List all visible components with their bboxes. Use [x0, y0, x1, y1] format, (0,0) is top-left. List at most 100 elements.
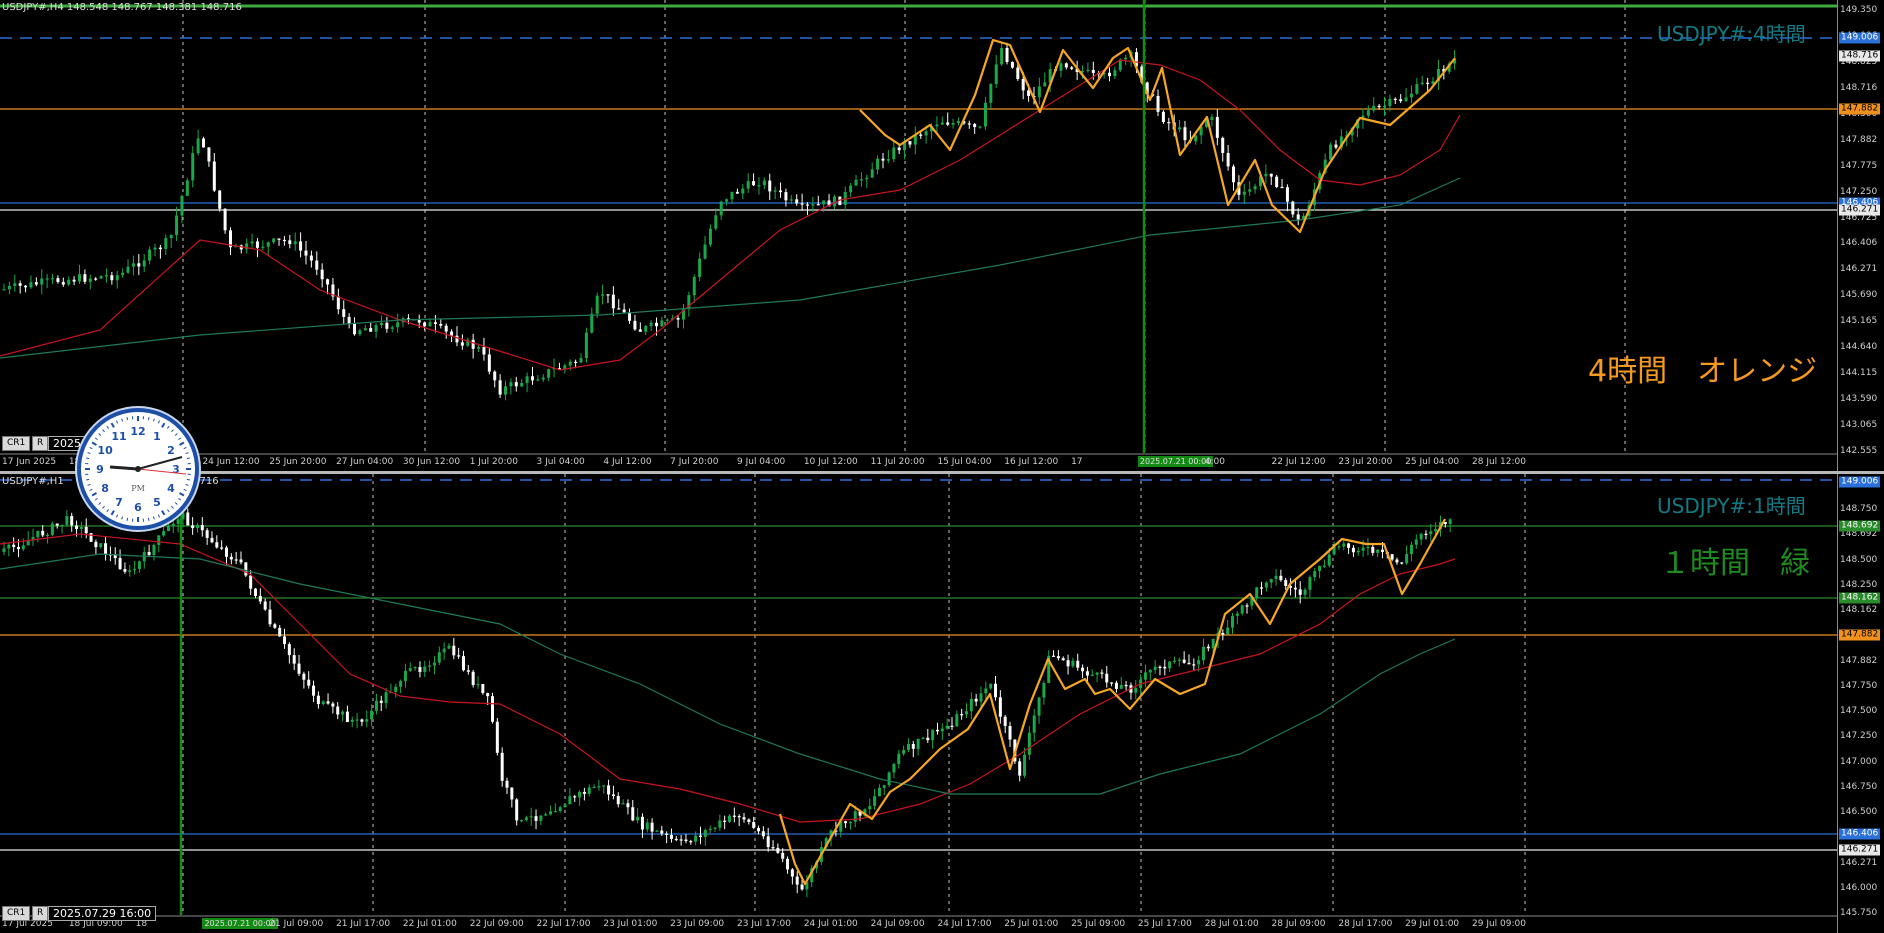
time-tick-label: 24 Jun 12:00 — [202, 457, 260, 467]
time-tick-label: 4:00 — [1204, 457, 1225, 467]
r-button-h1[interactable]: R — [32, 906, 49, 921]
h4-fast-ma — [0, 59, 1461, 371]
time-tick-label: 25 Jun 20:00 — [269, 457, 327, 467]
clock-tick — [161, 422, 166, 428]
candle-body — [493, 371, 497, 381]
candle-body — [752, 822, 756, 828]
candle-body — [118, 558, 122, 570]
candle-body — [460, 342, 464, 346]
candle-body — [65, 516, 69, 525]
h4-price-axis[interactable]: 149.350149.006148.825148.716148.300147.8… — [1837, 0, 1884, 471]
candle-body — [2, 289, 6, 291]
candle-body — [1107, 72, 1111, 77]
cr1-button[interactable]: CR1 — [2, 436, 31, 451]
candle-body — [611, 294, 615, 309]
candle-body — [698, 258, 702, 277]
time-tick-label: 29 Jul 09:00 — [1472, 919, 1526, 929]
candle-body — [345, 711, 349, 723]
candle-body — [1037, 697, 1041, 716]
candle-body — [1303, 589, 1307, 595]
time-tick-label: 27 Jun 04:00 — [336, 457, 394, 467]
clock-tick — [179, 492, 185, 497]
candle-body — [757, 185, 761, 187]
candle-body — [1010, 61, 1014, 68]
candle-body — [1156, 95, 1160, 112]
clock-tick — [126, 517, 129, 521]
time-tick-label: 28 Jul 17:00 — [1338, 919, 1393, 929]
clock-tick — [86, 457, 90, 460]
clock-number: 11 — [111, 430, 126, 443]
candle-body — [1016, 67, 1020, 80]
time-tick-label: 24 Jul 01:00 — [803, 919, 858, 929]
candle-body — [974, 698, 978, 702]
candle-body — [1194, 135, 1198, 142]
candle-body — [1037, 86, 1041, 98]
clock-tick — [121, 516, 124, 520]
clock-hour-hand — [109, 465, 139, 471]
candle-body — [1426, 82, 1430, 84]
h1-price-axis[interactable]: 149.006 148.750 148.692 148.500 148.250 148.1… — [1837, 474, 1884, 933]
candle-body — [36, 530, 40, 538]
candle-body — [1420, 82, 1424, 85]
candle-body — [578, 791, 582, 798]
candle-body — [617, 308, 621, 310]
candle-body — [1032, 715, 1036, 733]
candle-body — [220, 547, 224, 549]
candle-body — [88, 278, 92, 282]
candle-body — [277, 238, 281, 240]
r-button[interactable]: R — [32, 436, 49, 451]
h1-level-tag-green1: 148.692 — [1839, 520, 1881, 532]
candle-body — [207, 147, 211, 162]
candle-body — [979, 693, 983, 702]
h4-chart-pane[interactable]: USDJPY#,H4 148.548 148.767 148.381 148.7… — [0, 0, 1884, 471]
time-tick-label: 7 Jul 20:00 — [670, 457, 719, 467]
candle-body — [428, 322, 432, 327]
price-tick-label: 144.115 — [1840, 368, 1878, 379]
candle-body — [967, 123, 971, 125]
candle-body — [482, 347, 486, 355]
candle-body — [1429, 531, 1433, 535]
h1-chart-pane[interactable]: USDJPY#,H1 8.716 USDJPY#:1時間 １時間 緑 149.0… — [0, 474, 1884, 933]
candle-body — [466, 670, 470, 672]
candle-body — [822, 200, 826, 205]
h4-level-tag-white: 146.271 — [1839, 204, 1881, 216]
clock-tick — [102, 429, 105, 433]
candle-body — [1197, 660, 1201, 665]
clock-tick — [186, 478, 190, 481]
price-tick-label: 147.250 — [1840, 186, 1878, 197]
candle-body — [1393, 98, 1397, 101]
clock-tick — [94, 497, 98, 501]
candle-body — [1052, 655, 1056, 657]
candle-body — [261, 246, 265, 248]
candle-body — [254, 588, 258, 596]
candle-body — [450, 331, 454, 336]
candle-body — [640, 816, 644, 830]
candle-body — [99, 543, 103, 548]
candle-body — [718, 820, 722, 828]
candle-body — [477, 347, 481, 349]
h4-plot-area[interactable] — [0, 0, 1837, 471]
cr1-button-h1[interactable]: CR1 — [2, 906, 31, 921]
candle-body — [719, 201, 723, 216]
candle-body — [960, 714, 964, 716]
candle-body — [541, 377, 545, 380]
candle-body — [166, 525, 170, 532]
candle-body — [784, 192, 788, 201]
candle-body — [126, 266, 130, 273]
candle-body — [1388, 98, 1392, 106]
h1-plot-area[interactable] — [0, 474, 1837, 933]
candle-body — [504, 386, 508, 395]
clock-tick — [106, 425, 110, 429]
candle-body — [442, 648, 446, 653]
candle-body — [263, 601, 267, 610]
price-tick-label: 146.000 — [1840, 882, 1878, 893]
candle-body — [1329, 144, 1333, 160]
candle-body — [1110, 682, 1114, 684]
candle-body — [510, 787, 514, 800]
clock-face: 12 12 3 45678 9 1011 PM — [85, 416, 191, 522]
candle-body — [1163, 666, 1167, 669]
analog-clock-widget[interactable]: 12 1 2 3 4 5 6 7 8 9 10 11 PM — [77, 408, 199, 530]
candle-body — [636, 816, 640, 821]
candle-body — [626, 803, 630, 808]
candle-body — [732, 815, 736, 817]
